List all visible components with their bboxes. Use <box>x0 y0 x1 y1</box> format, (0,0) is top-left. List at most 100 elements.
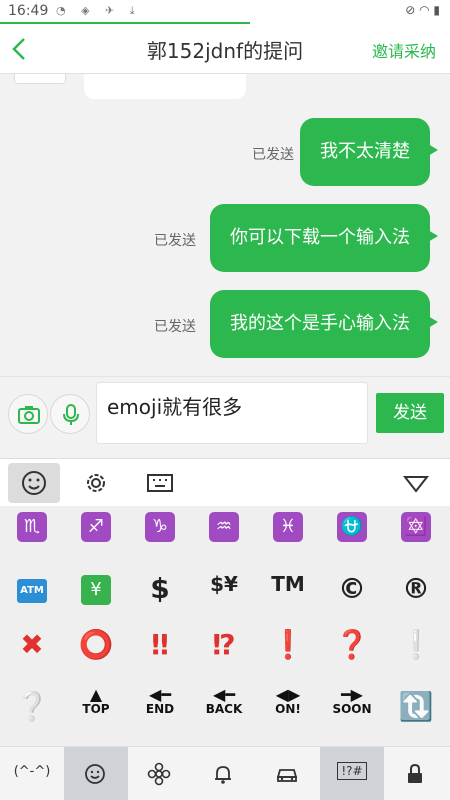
back-arrow-icon: ◀━ BACK <box>205 685 243 717</box>
settings-tab[interactable] <box>70 463 122 503</box>
emoji-tab[interactable] <box>8 463 60 503</box>
soon-arrow-icon: ━▶ SOON <box>332 685 372 717</box>
emoji-key[interactable]: ❕ <box>384 618 448 678</box>
emoji-key[interactable]: ♏ <box>0 506 64 566</box>
message-bubble[interactable]: 我的这个是手心输入法 <box>210 290 438 358</box>
sagittarius-icon: ♐ <box>81 512 111 542</box>
message-status: 已发送 <box>154 319 196 335</box>
white-question-icon: ❔ <box>14 690 50 723</box>
invite-adopt-button[interactable]: 邀请采纳 <box>372 38 436 62</box>
emoji-key[interactable]: ® <box>384 562 448 622</box>
symbols-category-tab[interactable]: !?# <box>320 747 384 800</box>
emoji-key[interactable]: © <box>320 562 384 622</box>
emoji-key[interactable]: ❗ <box>256 618 320 678</box>
status-time: 16:49 <box>8 3 49 19</box>
message-status: 已发送 <box>154 233 196 249</box>
emoji-key[interactable]: 🔯 <box>384 506 448 566</box>
emoji-key[interactable]: ATM <box>0 562 64 622</box>
emoji-grid: ♏ ♐ ♑ ♒ ♓ ⛎ 🔯 ATM ¥ $ $¥ TM © ® ✖ ⭕ ‼ ⁉ … <box>0 506 450 746</box>
emoji-key[interactable]: ⭕ <box>64 618 128 678</box>
status-bar: 16:49 ◔ ◈ ✈ ⤓ ⊘ ◠ ▮ <box>0 0 450 24</box>
system-icons: ⊘ ◠ ▮ <box>405 3 440 17</box>
emoji-key[interactable]: ◀▶ ON! <box>256 680 320 740</box>
capricorn-icon: ♑ <box>145 512 175 542</box>
emoji-key[interactable]: ⁉ <box>192 618 256 678</box>
lock-icon <box>408 763 422 783</box>
exclamation-icon: ❗ <box>270 628 306 661</box>
voice-button[interactable] <box>50 394 90 434</box>
emoji-key[interactable]: ❔ <box>0 680 64 740</box>
car-category-tab[interactable] <box>256 747 320 800</box>
emoji-key[interactable]: ◀━ END <box>128 680 192 740</box>
back-label: BACK <box>205 702 243 716</box>
emoji-key[interactable]: ♒ <box>192 506 256 566</box>
camera-button[interactable] <box>8 394 48 434</box>
chat-area[interactable]: 已发送 我不太清楚 已发送 你可以下载一个输入法 已发送 我的这个是手心输入法 <box>0 74 450 376</box>
copyright-icon: © <box>338 572 366 605</box>
chat-header: 郭152jdnf的提问 邀请采纳 <box>0 24 450 74</box>
double-exclamation-icon: ‼ <box>151 628 169 661</box>
emoji-category-bar: (^-^) !?# <box>0 746 450 800</box>
flower-icon <box>147 762 171 786</box>
triangle-down-icon <box>402 476 430 493</box>
emoji-key[interactable]: ♐ <box>64 506 128 566</box>
flower-category-tab[interactable] <box>128 747 192 800</box>
smiley-icon <box>85 764 105 784</box>
trademark-icon: TM <box>271 572 305 596</box>
keyboard-tab[interactable] <box>134 463 186 503</box>
question-icon: ❓ <box>334 628 370 661</box>
emoji-key[interactable]: ♓ <box>256 506 320 566</box>
smiley-category-tab[interactable] <box>64 747 128 800</box>
registered-icon: ® <box>402 572 430 605</box>
interrobang-icon: ⁉ <box>212 628 236 661</box>
car-icon <box>276 769 298 782</box>
circle-icon: ⭕ <box>78 628 114 661</box>
emoji-key[interactable]: $¥ <box>192 562 256 622</box>
ophiuchus-icon: ⛎ <box>337 512 367 542</box>
white-exclamation-icon: ❕ <box>398 628 434 661</box>
emoji-key[interactable]: ¥ <box>64 562 128 622</box>
message-bubble[interactable]: 我不太清楚 <box>300 118 438 186</box>
message-status: 已发送 <box>252 147 294 163</box>
emoji-key[interactable]: ◀━ BACK <box>192 680 256 740</box>
keyboard-icon <box>147 474 173 492</box>
emoji-key[interactable]: ━▶ SOON <box>320 680 384 740</box>
emoji-key[interactable]: ♑ <box>128 506 192 566</box>
kaomoji-label: (^-^) <box>13 764 51 779</box>
emoji-key[interactable]: $ <box>128 562 192 622</box>
emoji-key[interactable]: 🔃 <box>384 680 448 740</box>
emoji-key[interactable]: ‼ <box>128 618 192 678</box>
emoji-key[interactable]: TM <box>256 562 320 622</box>
clockwise-arrows-icon: 🔃 <box>398 690 434 723</box>
avatar <box>14 74 66 84</box>
smiley-icon <box>22 471 46 495</box>
emoji-key[interactable]: ❓ <box>320 618 384 678</box>
star-of-david-icon: 🔯 <box>401 512 431 542</box>
send-button[interactable]: 发送 <box>376 393 444 433</box>
emoji-key[interactable]: ▲ TOP <box>64 680 128 740</box>
gear-icon <box>87 474 105 492</box>
emoji-key[interactable]: ✖ <box>0 618 64 678</box>
end-arrow-icon: ◀━ END <box>145 685 175 717</box>
message-bubble[interactable]: 你可以下载一个输入法 <box>210 204 438 272</box>
microphone-icon <box>63 404 79 425</box>
top-label: TOP <box>82 702 110 716</box>
cross-mark-icon: ✖ <box>20 628 44 661</box>
yen-chart-icon: ¥ <box>81 575 111 605</box>
kaomoji-tab[interactable]: (^-^) <box>0 747 64 800</box>
collapse-keyboard-button[interactable] <box>390 463 442 503</box>
dollar-icon: $ <box>150 572 170 605</box>
lock-category-tab[interactable] <box>384 747 448 800</box>
top-arrow-icon: ▲ TOP <box>82 685 110 717</box>
input-bar: emoji就有很多 发送 <box>0 376 450 458</box>
symbols-label-text: !?# <box>337 762 367 780</box>
camera-icon <box>18 406 40 424</box>
end-label: END <box>145 702 175 716</box>
message-input[interactable]: emoji就有很多 <box>96 382 368 444</box>
on-arrow-icon: ◀▶ ON! <box>275 685 301 717</box>
notification-icons: ◔ ◈ ✈ ⤓ <box>56 4 141 17</box>
scorpio-icon: ♏ <box>17 512 47 542</box>
bell-category-tab[interactable] <box>192 747 256 800</box>
atm-icon: ATM <box>17 579 47 603</box>
emoji-key[interactable]: ⛎ <box>320 506 384 566</box>
